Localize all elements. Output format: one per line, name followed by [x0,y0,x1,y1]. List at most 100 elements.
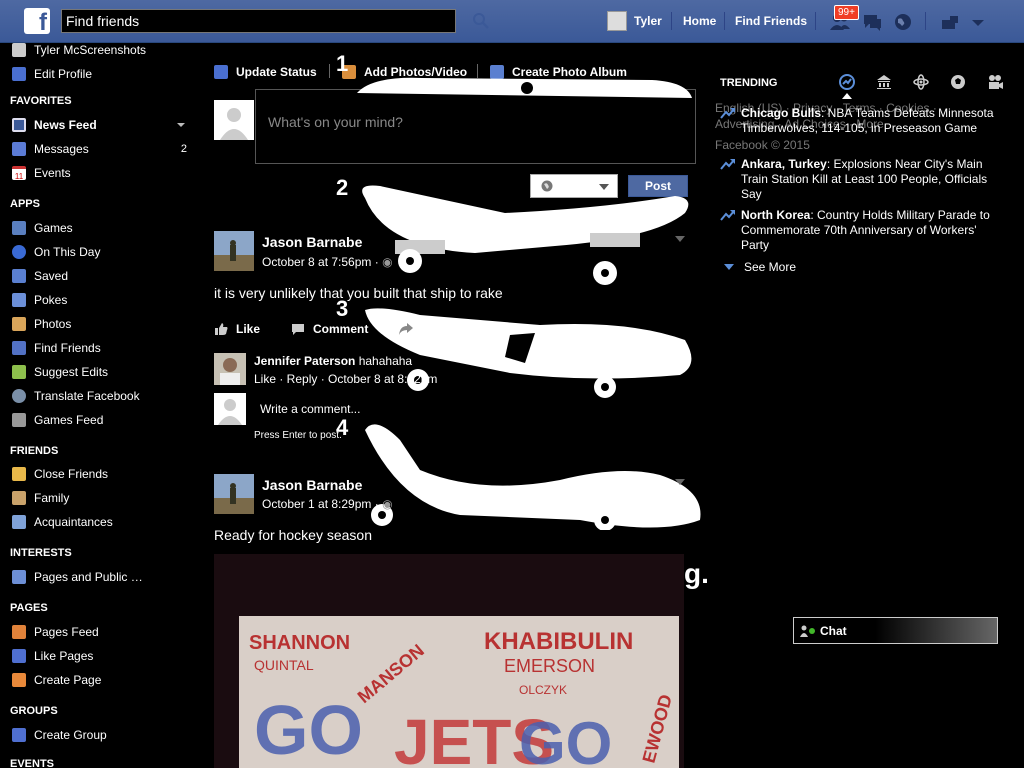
find-friends-link[interactable]: Find Friends [735,14,807,28]
globe-notifications-icon[interactable] [892,11,914,33]
chat-label: Chat [820,624,847,638]
find-friends-icon [12,341,26,355]
trending-item-text: North Korea: Country Holds Military Para… [741,208,995,253]
sidebar-item-messages[interactable]: Messages 2 [12,139,197,159]
write-comment-input[interactable]: Write a comment... [260,402,360,416]
sidebar-item-edit-profile[interactable]: Edit Profile [12,64,197,84]
trending-tab-entertainment-icon[interactable] [986,73,1004,91]
sidebar-item-news-feed[interactable]: News Feed [12,115,197,135]
sidebar-item-events[interactable]: 11 Events [12,163,197,183]
top-separator [815,12,816,30]
post-text: Ready for hockey season [214,527,372,543]
gamepad-icon [12,413,26,427]
top-profile-avatar[interactable] [607,11,627,31]
post-timestamp[interactable]: October 1 at 8:29pm · ◉ [262,497,393,511]
suggest-edits-pencil-icon [12,365,26,379]
sidebar-item-saved[interactable]: Saved [12,266,197,286]
post-photo[interactable]: SHANNON QUINTAL MANSON KHABIBULIN EMERSO… [214,554,684,768]
post-author-avatar[interactable] [214,474,254,514]
facebook-logo-icon[interactable]: f [24,8,50,34]
photos-icon [12,317,26,331]
chat-sidebar-toggle[interactable]: Chat [793,617,998,644]
sidebar-profile-link[interactable]: Tyler McScreenshots [12,40,197,60]
thumbs-up-icon [215,323,228,335]
default-avatar-icon [214,393,246,425]
top-separator [724,12,725,30]
sidebar-item-pages-feed[interactable]: Pages Feed [12,622,197,642]
chevron-down-icon [724,264,734,270]
poke-hand-icon [12,293,26,307]
sidebar-item-label: On This Day [34,245,101,259]
like-button[interactable]: Like [214,322,260,336]
search-icon[interactable] [470,11,492,31]
sidebar-item-family[interactable]: Family [12,488,197,508]
update-status-tab[interactable]: Update Status [214,63,317,81]
search-input[interactable] [61,9,456,33]
interests-heading: INTERESTS [10,547,72,559]
sidebar-item-close-friends[interactable]: Close Friends [12,464,197,484]
trending-tab-top-icon[interactable] [838,73,856,91]
see-more-link[interactable]: See More [724,260,796,274]
rss-feed-icon [12,570,26,584]
share-arrow-icon[interactable] [398,322,414,336]
sidebar-item-create-page[interactable]: Create Page [12,670,197,690]
sidebar-item-create-group[interactable]: Create Group [12,725,197,745]
sidebar-item-suggest-edits[interactable]: Suggest Edits [12,362,197,382]
sidebar-item-like-pages[interactable]: Like Pages [12,646,197,666]
post-author-avatar[interactable] [214,231,254,271]
tab-separator [329,64,330,78]
sidebar-item-games-feed[interactable]: Games Feed [12,410,197,430]
composer-avatar [214,100,254,140]
write-comment-avatar [214,393,246,425]
sidebar-item-find-friends[interactable]: Find Friends [12,338,197,358]
globe-icon: ◉ [382,255,393,269]
create-page-plus-icon [12,673,26,687]
clock-icon [12,245,26,259]
comment-author-name[interactable]: Jennifer Paterson [254,354,355,368]
sidebar-item-translate-facebook[interactable]: Translate Facebook [12,386,197,406]
account-menu-chevron-down-icon[interactable] [967,11,989,33]
sidebar-item-label: Create Group [34,728,107,742]
post-timestamp[interactable]: October 8 at 7:56pm · ◉ [262,255,393,269]
post-author-name[interactable]: Jason Barnabe [262,477,362,493]
home-link[interactable]: Home [683,14,716,28]
messages-icon[interactable] [861,11,883,33]
default-avatar-icon [214,100,254,140]
sidebar-item-pokes[interactable]: Pokes [12,290,197,310]
banner-word: GO [254,691,363,768]
sidebar-item-acquaintances[interactable]: Acquaintances [12,512,197,532]
trending-heading: TRENDING [720,77,778,89]
trending-topic[interactable]: Chicago Bulls [741,106,821,120]
games-icon [12,221,26,235]
tab-label: Update Status [236,65,317,79]
trending-topic[interactable]: Ankara, Turkey [741,157,827,171]
press-enter-hint: Press Enter to post. [254,430,342,441]
top-bar: f Tyler Home Find Friends 99+ [0,0,1024,43]
sidebar-item-on-this-day[interactable]: On This Day [12,242,197,262]
sidebar-item-pages-public-figures[interactable]: Pages and Public … [12,567,197,587]
sidebar-item-games[interactable]: Games [12,218,197,238]
friend-requests-badge: 99+ [834,5,859,20]
sidebar-item-photos[interactable]: Photos [12,314,197,334]
post-options-chevron-down-icon[interactable] [675,236,685,242]
banner-word: QUINTAL [254,657,314,673]
comment-author-avatar[interactable] [214,353,246,385]
sidebar-item-label: Family [34,491,70,505]
flag-icon [12,625,26,639]
post-author-name[interactable]: Jason Barnabe [262,234,362,250]
trending-tab-science-icon[interactable] [912,73,930,91]
post-options-chevron-down-icon[interactable] [675,479,685,485]
post-timestamp-text: October 1 at 8:29pm · [262,497,383,511]
trending-topic[interactable]: North Korea [741,208,810,222]
active-tab-indicator [842,93,852,99]
privacy-shortcuts-icon[interactable] [939,11,961,33]
comment-button[interactable]: Comment [291,322,368,336]
top-profile-name-link[interactable]: Tyler [634,14,662,28]
trending-tab-sports-icon[interactable] [949,73,967,91]
trending-tab-politics-icon[interactable] [875,73,893,91]
comment-actions[interactable]: Like · Reply · October 8 at 8:12pm [254,372,437,386]
trending-item-text: Ankara, Turkey: Explosions Near City's M… [741,157,995,202]
thumbs-up-icon [12,649,26,663]
chevron-down-icon[interactable] [177,123,185,127]
messages-icon [12,142,26,156]
